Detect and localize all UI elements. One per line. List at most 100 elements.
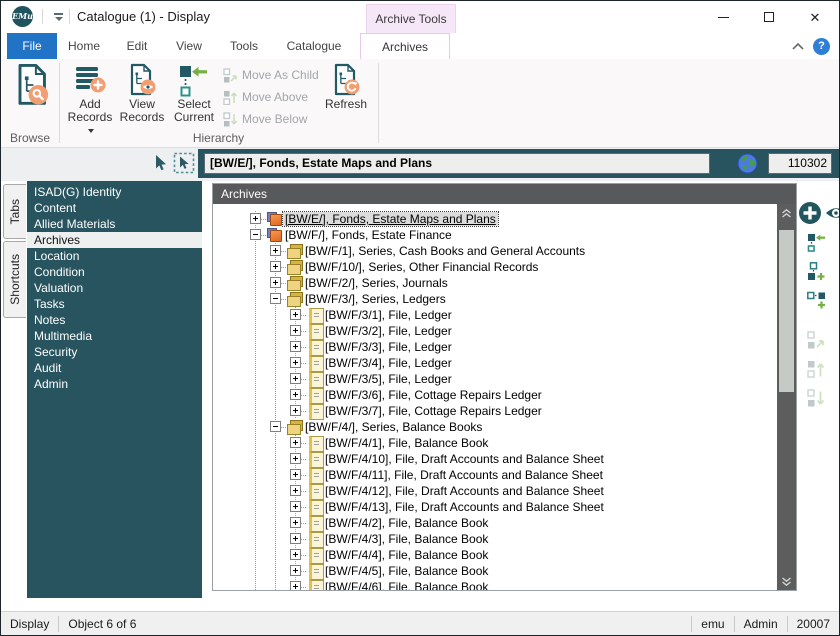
tree-row[interactable]: [BW/F/2/], Series, Journals: [213, 275, 796, 291]
minimize-button[interactable]: [701, 1, 745, 33]
expand-icon[interactable]: [290, 373, 301, 384]
collapse-icon[interactable]: [270, 293, 281, 304]
tree-row-label[interactable]: [BW/F/3/1], File, Ledger: [323, 308, 454, 322]
tab-archives[interactable]: Archives: [360, 33, 450, 59]
tree-row[interactable]: [BW/F/3/6], File, Cottage Repairs Ledger: [213, 387, 796, 403]
tree-row-label[interactable]: [BW/F/], Fonds, Estate Finance: [283, 228, 454, 242]
tree-row[interactable]: [BW/F/4/10], File, Draft Accounts and Ba…: [213, 451, 796, 467]
browse-records-button[interactable]: [7, 62, 55, 130]
customize-quick-access-icon[interactable]: [53, 13, 64, 21]
expand-icon[interactable]: [270, 245, 281, 256]
tab-file[interactable]: File: [7, 33, 57, 59]
view-records-button[interactable]: View Records: [117, 62, 167, 130]
select-current-icon[interactable]: [807, 233, 826, 255]
expand-icon[interactable]: [290, 565, 301, 576]
tree-row[interactable]: [BW/E/], Fonds, Estate Maps and Plans: [213, 211, 796, 227]
tab-catalogue[interactable]: Catalogue: [273, 33, 355, 59]
tree-row[interactable]: [BW/F/], Fonds, Estate Finance: [213, 227, 796, 243]
tab-tools[interactable]: Tools: [215, 33, 273, 59]
select-current-button[interactable]: Select Current: [169, 62, 219, 130]
expand-icon[interactable]: [290, 309, 301, 320]
tree-row[interactable]: [BW/F/3/1], File, Ledger: [213, 307, 796, 323]
sidebar-item-archives[interactable]: Archives: [27, 232, 202, 248]
add-child-icon[interactable]: [807, 262, 826, 284]
sidebar-item-tasks[interactable]: Tasks: [27, 296, 202, 312]
expand-icon[interactable]: [290, 389, 301, 400]
tree-row[interactable]: [BW/F/4/12], File, Draft Accounts and Ba…: [213, 483, 796, 499]
tree-row-label[interactable]: [BW/F/1], Series, Cash Books and General…: [303, 244, 587, 258]
refresh-button[interactable]: Refresh: [321, 62, 371, 130]
tree-row[interactable]: [BW/F/3/2], File, Ledger: [213, 323, 796, 339]
collapse-icon[interactable]: [250, 229, 261, 240]
tree-row-label[interactable]: [BW/F/3/6], File, Cottage Repairs Ledger: [323, 388, 544, 402]
sidebar-item-condition[interactable]: Condition: [27, 264, 202, 280]
sidebar-item-allied-materials[interactable]: Allied Materials: [27, 216, 202, 232]
sidebar-item-security[interactable]: Security: [27, 344, 202, 360]
tree-row-label[interactable]: [BW/F/4/11], File, Draft Accounts and Ba…: [323, 468, 605, 482]
tree-row-label[interactable]: [BW/F/3/], Series, Ledgers: [303, 292, 448, 306]
tree-row-label[interactable]: [BW/F/4/5], File, Balance Book: [323, 564, 490, 578]
collapse-icon[interactable]: [270, 421, 281, 432]
tree-row-label[interactable]: [BW/F/4/3], File, Balance Book: [323, 532, 490, 546]
vertical-tab-shortcuts[interactable]: Shortcuts: [3, 241, 26, 318]
view-record-eye-icon[interactable]: [825, 205, 840, 224]
maximize-button[interactable]: [747, 1, 791, 33]
help-icon[interactable]: ?: [813, 38, 830, 55]
tree-row[interactable]: [BW/F/1], Series, Cash Books and General…: [213, 243, 796, 259]
expand-icon[interactable]: [270, 261, 281, 272]
tree-row-label[interactable]: [BW/F/3/5], File, Ledger: [323, 372, 454, 386]
tree-row-label[interactable]: [BW/F/3/3], File, Ledger: [323, 340, 454, 354]
tree-row[interactable]: [BW/F/4/5], File, Balance Book: [213, 563, 796, 579]
expand-icon[interactable]: [290, 533, 301, 544]
collapse-ribbon-chevron-icon[interactable]: [791, 41, 805, 51]
tree-row[interactable]: [BW/F/4/6], File, Balance Book: [213, 579, 796, 590]
add-sibling-icon[interactable]: [807, 291, 826, 313]
expand-icon[interactable]: [290, 325, 301, 336]
expand-icon[interactable]: [290, 549, 301, 560]
vertical-tab-tabs[interactable]: Tabs: [3, 184, 26, 239]
tree-row[interactable]: [BW/F/4/4], File, Balance Book: [213, 547, 796, 563]
expand-icon[interactable]: [290, 501, 301, 512]
select-pointer-icon[interactable]: [151, 154, 169, 175]
tree-row[interactable]: [BW/F/4/3], File, Balance Book: [213, 531, 796, 547]
tree-row[interactable]: [BW/F/3/], Series, Ledgers: [213, 291, 796, 307]
tab-home[interactable]: Home: [57, 33, 111, 59]
tree-row-label[interactable]: [BW/F/10/], Series, Other Financial Reco…: [303, 260, 540, 274]
expand-icon[interactable]: [270, 277, 281, 288]
tree-row[interactable]: [BW/F/3/7], File, Cottage Repairs Ledger: [213, 403, 796, 419]
tree-row[interactable]: [BW/F/3/5], File, Ledger: [213, 371, 796, 387]
expand-icon[interactable]: [290, 405, 301, 416]
expand-icon[interactable]: [290, 341, 301, 352]
tree-row-label[interactable]: [BW/F/3/7], File, Cottage Repairs Ledger: [323, 404, 544, 418]
select-marquee-icon[interactable]: [173, 152, 195, 177]
tree-row[interactable]: [BW/F/4/], Series, Balance Books: [213, 419, 796, 435]
expand-icon[interactable]: [290, 469, 301, 480]
sidebar-item-admin[interactable]: Admin: [27, 376, 202, 392]
tree-row[interactable]: [BW/F/4/13], File, Draft Accounts and Ba…: [213, 499, 796, 515]
tree-row-label[interactable]: [BW/F/4/13], File, Draft Accounts and Ba…: [323, 500, 606, 514]
expand-icon[interactable]: [290, 517, 301, 528]
tree-row-label[interactable]: [BW/F/3/2], File, Ledger: [323, 324, 454, 338]
add-record-circle-icon[interactable]: [798, 201, 822, 228]
expand-icon[interactable]: [290, 357, 301, 368]
tree-row-label[interactable]: [BW/F/4/12], File, Draft Accounts and Ba…: [323, 484, 606, 498]
expand-icon[interactable]: [290, 453, 301, 464]
expand-icon[interactable]: [290, 485, 301, 496]
tab-view[interactable]: View: [163, 33, 215, 59]
sidebar-item-location[interactable]: Location: [27, 248, 202, 264]
expand-icon[interactable]: [250, 213, 261, 224]
tree-row-label[interactable]: [BW/E/], Fonds, Estate Maps and Plans: [283, 212, 498, 226]
add-records-button[interactable]: Add Records: [65, 62, 115, 130]
tab-edit[interactable]: Edit: [111, 33, 163, 59]
tree-row-label[interactable]: [BW/F/4/2], File, Balance Book: [323, 516, 490, 530]
expand-icon[interactable]: [290, 581, 301, 590]
tree-row[interactable]: [BW/F/10/], Series, Other Financial Reco…: [213, 259, 796, 275]
sidebar-item-notes[interactable]: Notes: [27, 312, 202, 328]
tree-row-label[interactable]: [BW/F/4/6], File, Balance Book: [323, 580, 490, 590]
sidebar-item-content[interactable]: Content: [27, 200, 202, 216]
tree-row-label[interactable]: [BW/F/4/], Series, Balance Books: [303, 420, 484, 434]
tree-row[interactable]: [BW/F/4/1], File, Balance Book: [213, 435, 796, 451]
tree-row[interactable]: [BW/F/4/11], File, Draft Accounts and Ba…: [213, 467, 796, 483]
close-button[interactable]: ✕: [793, 1, 837, 33]
sidebar-item-multimedia[interactable]: Multimedia: [27, 328, 202, 344]
